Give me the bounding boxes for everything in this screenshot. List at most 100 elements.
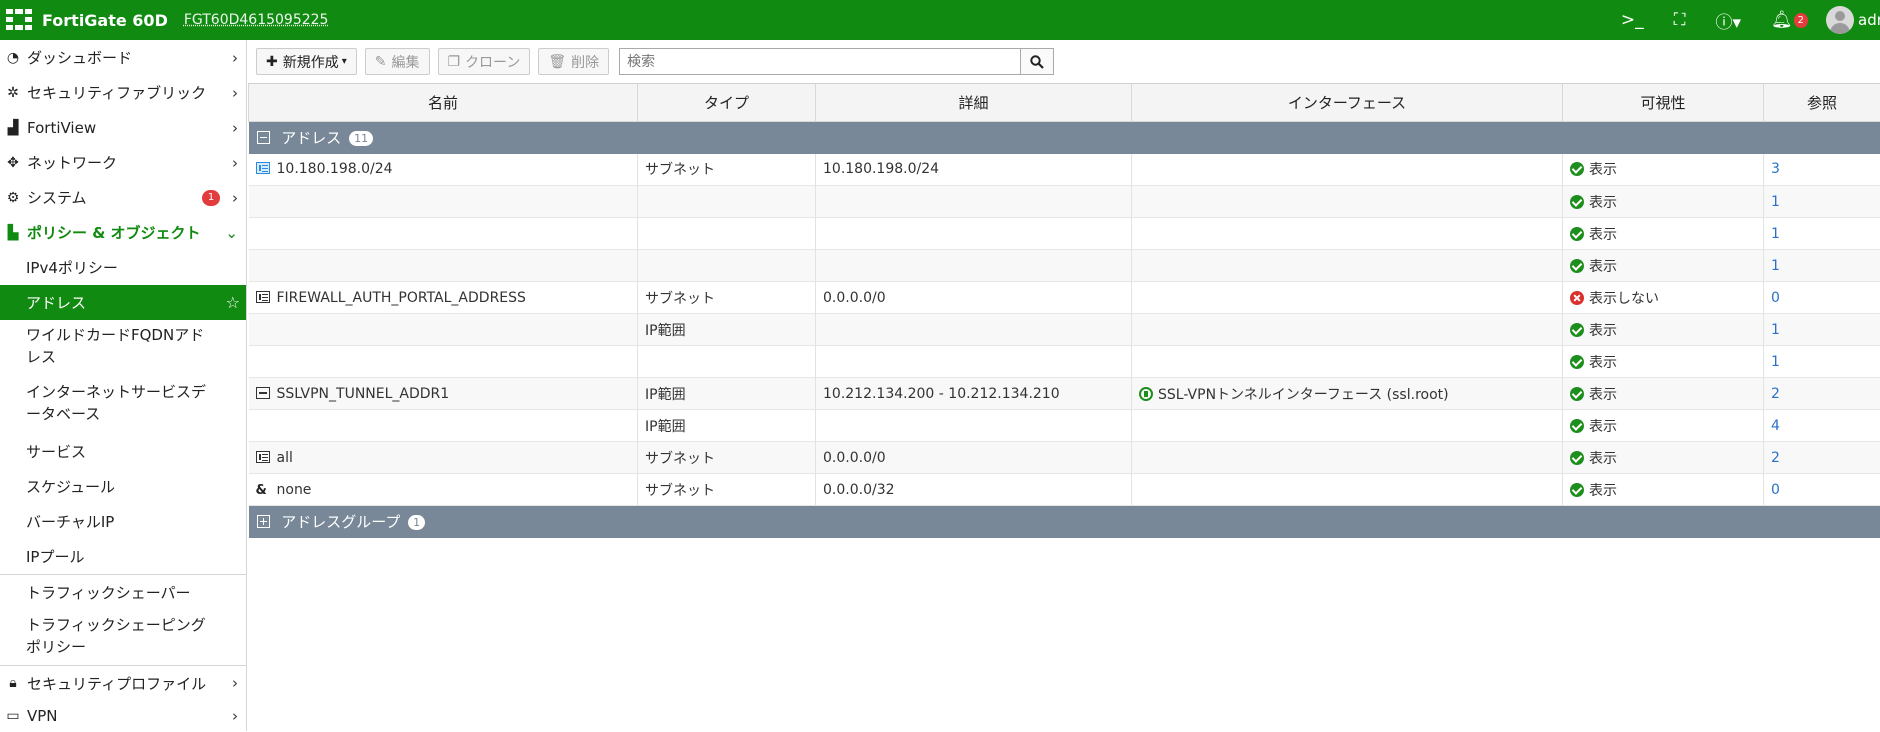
sidebar-subitem-schedules[interactable]: スケジュール [0, 469, 246, 504]
cell-type: サブネット [638, 282, 816, 314]
table-row[interactable]: SSLVPN_TUNNEL_ADDR1 IP範囲 10.212.134.200 … [249, 378, 1880, 410]
visible-check-icon [1570, 259, 1584, 273]
sidebar-subitem-label: トラフィックシェーピングポリシー [26, 614, 210, 658]
group-label: アドレスグループ [281, 513, 400, 531]
clone-button[interactable]: ❐ クローン [438, 48, 531, 75]
table-row[interactable]: 表示 1 [249, 186, 1880, 218]
group-count-badge: 11 [349, 131, 373, 146]
bell-icon[interactable]: 🔔︎2 [1771, 10, 1808, 30]
delete-button[interactable]: 🗑︎ 削除 [538, 48, 609, 75]
cli-console-icon[interactable]: >_ [1621, 10, 1644, 30]
cell-ref-link[interactable]: 1 [1771, 226, 1780, 242]
lock-icon: 🔒︎ [4, 675, 22, 691]
chevron-down-icon: ⌄ [225, 224, 238, 242]
cell-ref-link[interactable]: 2 [1771, 450, 1780, 466]
cell-interface [1132, 154, 1563, 186]
cell-ref-link[interactable]: 0 [1771, 290, 1780, 306]
sidebar-item-dashboard[interactable]: ◔ ダッシュボード › [0, 40, 246, 75]
sidebar-item-fortiview[interactable]: ▟ FortiView › [0, 110, 246, 145]
cell-detail: 10.180.198.0/24 [816, 154, 1132, 186]
cell-name: 10.180.198.0/24 [277, 161, 393, 177]
main-content: ✚ 新規作成 ▾ ✎ 編集 ❐ クローン 🗑︎ 削除 [248, 40, 1880, 731]
fortinet-logo-icon [2, 7, 36, 33]
sidebar-item-policy-objects[interactable]: ▙ ポリシー & オブジェクト ⌄ [0, 215, 246, 250]
notification-badge: 2 [1794, 13, 1808, 28]
cell-ref-link[interactable]: 3 [1771, 161, 1780, 177]
sidebar-subitem-services[interactable]: サービス [0, 434, 246, 469]
network-icon: ✥ [4, 155, 22, 171]
column-header-references[interactable]: 参照 [1764, 84, 1880, 122]
cell-ref-link[interactable]: 4 [1771, 418, 1780, 434]
create-new-button[interactable]: ✚ 新規作成 ▾ [256, 48, 357, 75]
cell-detail: 0.0.0.0/0 [816, 282, 1132, 314]
visible-check-icon [1570, 227, 1584, 241]
sidebar-subitem-traffic-shaping-policy[interactable]: トラフィックシェーピングポリシー [0, 610, 210, 665]
cell-type: サブネット [638, 154, 816, 186]
user-name[interactable]: admin [1858, 11, 1880, 29]
sidebar-subitem-virtual-ip[interactable]: バーチャルIP [0, 504, 246, 539]
expand-icon[interactable] [257, 515, 270, 528]
subnet-address-icon [256, 291, 270, 303]
cell-detail: 0.0.0.0/32 [816, 474, 1132, 506]
collapse-icon[interactable] [257, 131, 270, 144]
cell-interface [1132, 474, 1563, 506]
column-header-type[interactable]: タイプ [638, 84, 816, 122]
cell-type: IP範囲 [638, 378, 816, 410]
visible-check-icon [1570, 483, 1584, 497]
table-row[interactable]: IP範囲 表示 1 [249, 314, 1880, 346]
cell-detail [816, 218, 1132, 250]
table-row[interactable]: IP範囲 表示 4 [249, 410, 1880, 442]
sidebar-item-security-profiles[interactable]: 🔒︎ セキュリティプロファイル › [0, 666, 246, 700]
search-input[interactable] [620, 49, 1020, 74]
cell-type [638, 250, 816, 282]
table-row[interactable]: 表示 1 [249, 218, 1880, 250]
create-new-label: 新規作成 [283, 52, 339, 72]
cell-ref-link[interactable]: 0 [1771, 482, 1780, 498]
sidebar-item-vpn[interactable]: ▭ VPN › [0, 700, 246, 732]
delete-label: 削除 [571, 52, 599, 72]
link-broken-icon: & [256, 483, 270, 498]
sidebar-subitem-ipv4-policy[interactable]: IPv4ポリシー [0, 250, 246, 285]
cell-ref-link[interactable]: 1 [1771, 194, 1780, 210]
table-row[interactable]: all サブネット 0.0.0.0/0 表示 2 [249, 442, 1880, 474]
column-header-interface[interactable]: インターフェース [1132, 84, 1563, 122]
cell-name: SSLVPN_TUNNEL_ADDR1 [277, 386, 450, 402]
star-icon[interactable]: ☆ [226, 293, 240, 312]
cell-visibility: 表示しない [1589, 291, 1659, 307]
sidebar-subitem-label: トラフィックシェーパー [26, 582, 191, 603]
table-row[interactable]: 10.180.198.0/24 サブネット 10.180.198.0/24 表示… [249, 154, 1880, 186]
sidebar-subitem-address[interactable]: アドレス ☆ [0, 285, 246, 320]
sidebar-item-security-fabric[interactable]: ✲ セキュリティファブリック › [0, 75, 246, 110]
sidebar-item-network[interactable]: ✥ ネットワーク › [0, 145, 246, 180]
avatar[interactable] [1826, 6, 1854, 34]
column-header-name[interactable]: 名前 [249, 84, 638, 122]
cell-ref-link[interactable]: 1 [1771, 258, 1780, 274]
column-header-visibility[interactable]: 可視性 [1563, 84, 1764, 122]
group-row-address-group[interactable]: アドレスグループ 1 [249, 506, 1880, 538]
sidebar-subitem-label: インターネットサービスデータベース [26, 381, 220, 425]
cell-ref-link[interactable]: 1 [1771, 354, 1780, 370]
help-icon[interactable]: ⓘ▾ [1715, 8, 1741, 33]
cell-visibility: 表示 [1589, 419, 1617, 435]
table-row[interactable]: &none サブネット 0.0.0.0/32 表示 0 [249, 474, 1880, 506]
fullscreen-icon[interactable]: ⛶ [1674, 10, 1686, 30]
table-row[interactable]: 表示 1 [249, 346, 1880, 378]
sidebar-subitem-wildcard-fqdn[interactable]: ワイルドカードFQDNアドレス [0, 320, 210, 377]
search-button[interactable] [1020, 49, 1053, 74]
sidebar-subitem-internet-service-db[interactable]: インターネットサービスデータベース [0, 377, 220, 434]
cell-ref-link[interactable]: 2 [1771, 386, 1780, 402]
table-row[interactable]: 表示 1 [249, 250, 1880, 282]
column-header-details[interactable]: 詳細 [816, 84, 1132, 122]
group-row-address[interactable]: アドレス 11 [249, 122, 1880, 154]
sidebar-item-system[interactable]: ⚙ システム 1 › [0, 180, 246, 215]
sidebar-subitem-ip-pools[interactable]: IPプール [0, 539, 246, 574]
visible-check-icon [1570, 355, 1584, 369]
hidden-x-icon [1570, 291, 1584, 305]
edit-button[interactable]: ✎ 編集 [365, 48, 430, 75]
sidebar-subitem-traffic-shapers[interactable]: トラフィックシェーパー [0, 575, 246, 610]
hostname[interactable]: FGT60D4615095225 [184, 12, 329, 28]
fortinet-logo[interactable]: FortiGate 60D [2, 7, 168, 33]
table-row[interactable]: FIREWALL_AUTH_PORTAL_ADDRESS サブネット 0.0.0… [249, 282, 1880, 314]
cell-ref-link[interactable]: 1 [1771, 322, 1780, 338]
subnet-address-icon [256, 451, 270, 463]
